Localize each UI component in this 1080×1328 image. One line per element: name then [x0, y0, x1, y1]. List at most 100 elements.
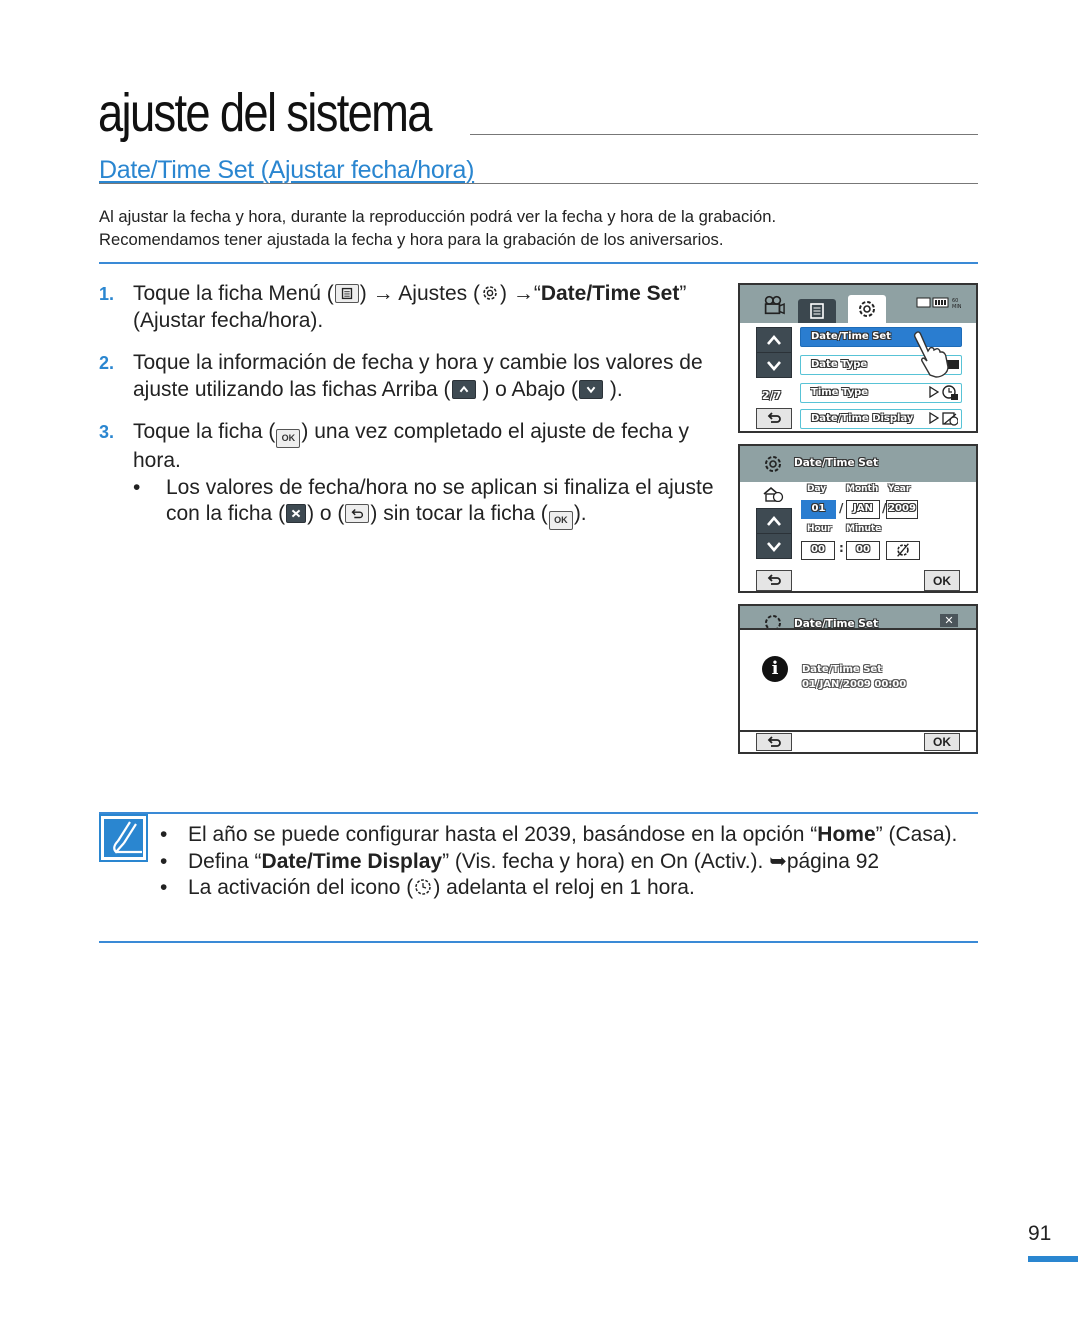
note-bold-text: Date/Time Display	[261, 849, 443, 873]
pointing-hand-icon	[913, 331, 949, 378]
page-number-bar	[1028, 1256, 1078, 1262]
tab-menu[interactable]	[798, 299, 836, 323]
note-bottom-rule	[99, 941, 978, 943]
increase-button[interactable]	[756, 508, 792, 534]
menu-item-date-time-display[interactable]: Date/Time Display	[800, 409, 962, 429]
ok-tab-icon: OK	[548, 511, 573, 530]
step-text: ) → Ajustes (	[359, 282, 480, 305]
note-text: ) adelanta el reloj en 1 hora.	[433, 876, 695, 899]
clock-icon	[942, 385, 958, 400]
back-button[interactable]	[756, 733, 792, 751]
note-text: La activación del icono (	[188, 876, 414, 899]
note-text: ) o (	[307, 502, 345, 525]
camera-tab-icon[interactable]	[758, 293, 788, 317]
label-hour: Hour	[807, 524, 832, 534]
settings-gear-icon	[765, 456, 781, 472]
month-field[interactable]: JAN	[846, 500, 880, 519]
bullet-dot: •	[160, 876, 168, 899]
menu-item-label: Date/Time Set	[811, 331, 891, 342]
menu-item-time-type[interactable]: Time Type	[800, 383, 962, 403]
info-icon: i	[762, 656, 788, 682]
chapter-title: ajuste del sistema	[98, 83, 433, 143]
menu-item-label: Date/Time Display	[811, 413, 914, 424]
note-text: ).	[573, 502, 587, 525]
step-2: 2. Toque la información de fecha y hora …	[99, 350, 714, 403]
page-number: 91	[1028, 1222, 1052, 1245]
note-top-rule	[99, 812, 978, 814]
step-text: ).	[604, 377, 623, 401]
step-number: 1.	[99, 284, 115, 304]
step-text: ) →“	[500, 282, 541, 305]
menu-item-label: Time Type	[811, 387, 869, 398]
menu-tab-icon	[334, 284, 359, 303]
message-title: Date/Time Set	[802, 664, 882, 675]
step-number: 2.	[99, 353, 115, 373]
dst-off-icon	[897, 543, 909, 557]
chapter-rule	[470, 134, 978, 135]
settings-gear-icon	[765, 615, 781, 628]
note-text: ) sin tocar la ficha (	[370, 502, 548, 525]
camera-screen-confirmation: Date/Time Set ✕ i Date/Time Set 01/JAN/2…	[738, 604, 978, 754]
play-arrow-icon	[929, 386, 939, 398]
note-text: Defina “	[188, 849, 262, 873]
label-month: Month	[846, 484, 879, 494]
ok-tab-icon: OK	[276, 429, 301, 448]
play-arrow-icon	[929, 412, 939, 424]
year-field[interactable]: 2009	[886, 500, 918, 519]
scroll-down-button[interactable]	[756, 352, 792, 378]
step-text: ) o Abajo (	[476, 377, 579, 401]
dst-clock-icon	[415, 879, 432, 895]
label-day: Day	[807, 484, 827, 494]
ok-button[interactable]: OK	[924, 570, 960, 591]
notes-list: • El año se puede configurar hasta el 20…	[160, 822, 980, 902]
scroll-up-button[interactable]	[756, 327, 792, 353]
down-arrow-icon	[579, 379, 604, 399]
note-bold-text: Home	[817, 823, 876, 846]
step-text: Toque la ficha (	[133, 420, 276, 443]
tab-bar: 60 MIN	[740, 285, 976, 323]
svg-text:MIN: MIN	[952, 304, 962, 309]
label-minute: Minute	[846, 524, 882, 534]
intro-line: Recomendamos tener ajustada la fecha y h…	[99, 230, 724, 249]
ok-button[interactable]: OK	[924, 733, 960, 751]
message-datetime: 01/JAN/2009 00:00	[802, 679, 907, 690]
close-button[interactable]: ✕	[940, 614, 958, 627]
status-icons: 60MIN	[916, 297, 962, 309]
settings-gear-icon	[859, 301, 875, 317]
menu-icon	[810, 303, 824, 319]
dst-toggle[interactable]	[886, 541, 920, 560]
decrease-button[interactable]	[756, 533, 792, 559]
back-button[interactable]	[756, 570, 792, 591]
day-field[interactable]: 01	[801, 500, 836, 519]
section-title: Date/Time Set (Ajustar fecha/hora)	[99, 156, 475, 184]
home-clock-icon	[763, 486, 784, 502]
intro-text: Al ajustar la fecha y hora, durante la r…	[99, 205, 979, 251]
tab-settings[interactable]	[848, 295, 886, 323]
step-text: Toque la ficha Menú (	[133, 282, 334, 305]
minute-field[interactable]: 00	[846, 541, 880, 560]
hour-field[interactable]: 00	[801, 541, 835, 560]
label-year: Year	[888, 484, 911, 494]
back-tab-icon	[345, 504, 370, 523]
section-rule	[99, 183, 978, 184]
close-tab-icon	[286, 504, 307, 523]
date-time-display-icon	[942, 412, 958, 426]
bullet-dot: •	[133, 475, 141, 499]
note-text: El año se puede configurar hasta el 2039…	[188, 823, 818, 846]
camera-screen-settings-menu: 60 MIN 2/7 Date/Time Set Date Type Time T…	[738, 283, 978, 433]
back-button[interactable]	[756, 408, 792, 429]
intro-line: Al ajustar la fecha y hora, durante la r…	[99, 207, 777, 226]
divider	[99, 262, 978, 264]
screen-title: Date/Time Set	[794, 618, 878, 630]
step-1: 1. Toque la ficha Menú ( ) → Ajustes ( ) →…	[99, 281, 714, 334]
note-item: • El año se puede configurar hasta el 20…	[160, 822, 980, 849]
screen-header: Date/Time Set	[740, 446, 976, 482]
step-number: 3.	[99, 422, 115, 442]
step-3-note: • Los valores de fecha/hora no se aplica…	[133, 475, 714, 530]
bullet-dot: •	[160, 823, 168, 846]
camera-screen-date-time-editor: Date/Time Set Day Month Year 01 / JAN / …	[738, 444, 978, 593]
step-3: 3. Toque la ficha (OK) una vez completad…	[99, 419, 714, 530]
note-pencil-icon	[99, 814, 148, 862]
settings-gear-icon	[483, 286, 497, 300]
bullet-dot: •	[160, 849, 168, 873]
